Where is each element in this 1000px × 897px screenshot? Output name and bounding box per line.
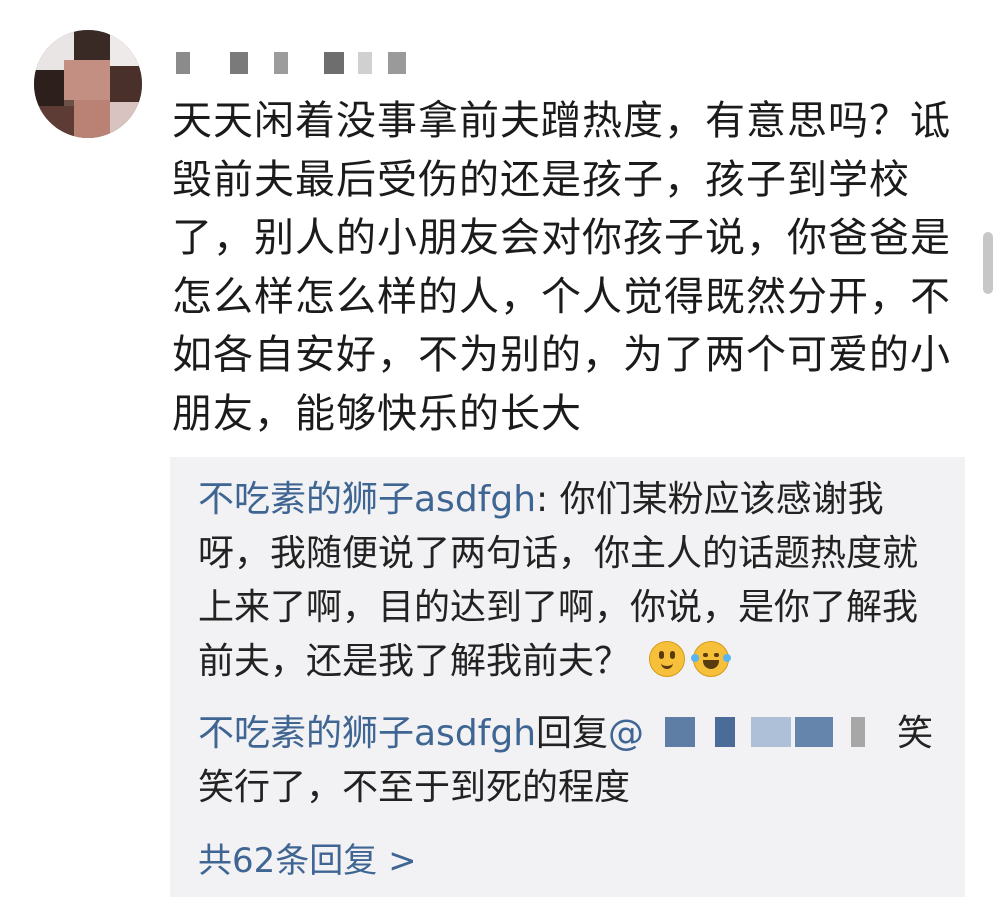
reply-author-link[interactable]: 不吃素的狮子asdfgh — [198, 713, 536, 754]
reply-separator: : — [536, 479, 560, 520]
comment-text: 天天闲着没事拿前夫蹭热度，有意思吗？诋毁前夫最后受伤的还是孩子，孩子到学校了，别… — [172, 98, 951, 437]
reply-author-link[interactable]: 不吃素的狮子asdfgh — [198, 479, 536, 520]
reply-item[interactable]: 不吃素的狮子asdfgh回复@ 笑笑行了，不至于到死的程度 — [198, 707, 938, 815]
mention-name-redacted[interactable] — [655, 713, 885, 753]
thinking-face-emoji — [649, 641, 686, 677]
reply-item[interactable]: 不吃素的狮子asdfgh: 你们某粉应该感谢我呀，我随便说了两句话，你主人的话题… — [198, 473, 938, 689]
scrollbar-thumb[interactable] — [983, 232, 993, 294]
scrollbar[interactable] — [980, 0, 996, 897]
reply-box: 不吃素的狮子asdfgh: 你们某粉应该感谢我呀，我随便说了两句话，你主人的话题… — [170, 457, 965, 897]
username-redacted[interactable] — [176, 52, 436, 78]
more-replies-link[interactable]: 共62条回复 > — [198, 839, 417, 883]
avatar[interactable] — [34, 30, 142, 138]
tears-of-joy-emoji — [691, 641, 732, 677]
reply-word: 回复 — [536, 713, 609, 754]
mention-at[interactable]: @ — [608, 713, 644, 754]
